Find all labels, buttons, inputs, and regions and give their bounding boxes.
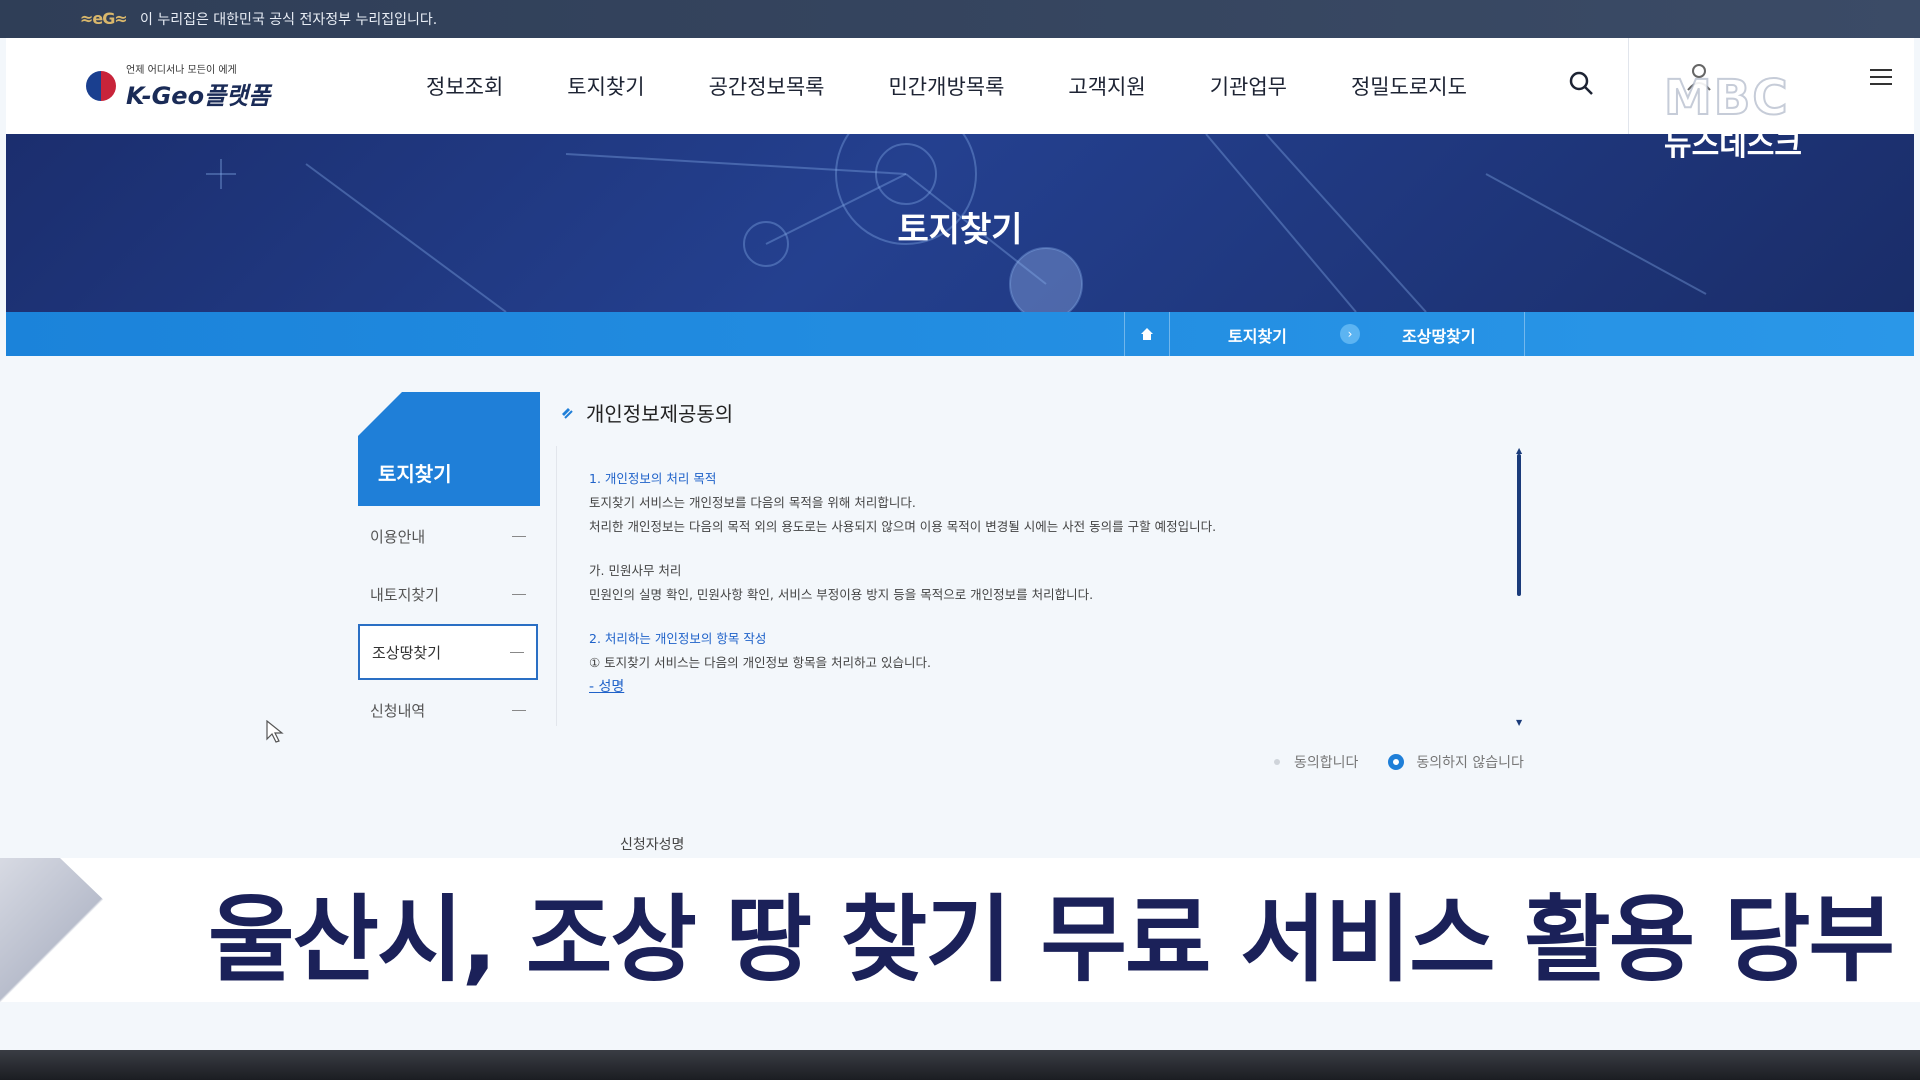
section-title: 개인정보제공동의	[586, 402, 734, 426]
sidebar-title: 토지찾기	[378, 462, 452, 486]
breadcrumb-level1[interactable]: 토지찾기	[1228, 323, 1287, 347]
watermark-brand: MBC	[1663, 69, 1790, 127]
breadcrumb-divider	[1524, 312, 1525, 356]
section-heading: 개인정보제공동의	[560, 398, 733, 427]
terms-scrollbar[interactable]: ▲ ▼	[1516, 446, 1522, 727]
privacy-terms-box[interactable]: 1. 개인정보의 처리 목적 토지찾기 서비스는 개인정보를 다음의 목적을 위…	[556, 446, 1517, 726]
scroll-thumb[interactable]	[1517, 454, 1521, 596]
agree-radio[interactable]	[1274, 759, 1280, 765]
nav-item-private-catalog[interactable]: 민간개방목록	[888, 71, 1004, 101]
site-header: 언제 어디서나 모든이 에게 K-Geo플랫폼 정보조회 토지찾기 공간정보목록…	[6, 38, 1914, 135]
gov-emblem-icon: ≈eG≈	[80, 9, 128, 28]
breadcrumb: 토지찾기 › 조상땅찾기	[6, 312, 1914, 356]
sidebar-header: 토지찾기	[358, 392, 540, 506]
breadcrumb-level2[interactable]: 조상땅찾기	[1402, 323, 1476, 347]
search-icon[interactable]	[1566, 68, 1596, 98]
nav-item-spatial-catalog[interactable]: 공간정보목록	[709, 71, 825, 101]
terms-heading-1: 1. 개인정보의 처리 목적	[589, 471, 717, 486]
site-logo[interactable]: 언제 어디서나 모든이 에게 K-Geo플랫폼	[86, 61, 326, 111]
disagree-radio[interactable]	[1388, 754, 1405, 770]
terms-line: ① 토지찾기 서비스는 다음의 개인정보 항목을 처리하고 있습니다.	[589, 655, 931, 670]
terms-item-name: - 성명	[589, 679, 625, 695]
header-divider	[1628, 38, 1629, 134]
monitor-bezel	[0, 1050, 1920, 1080]
gov-notice-strip: ≈eG≈ 이 누리집은 대한민국 공식 전자정부 누리집입니다.	[0, 0, 1920, 38]
hero-title: 토지찾기	[897, 210, 1023, 250]
news-headline: 울산시, 조상 땅 찾기 무료 서비스 활용 당부	[208, 886, 1895, 995]
nav-item-hd-map[interactable]: 정밀도로지도	[1351, 71, 1467, 101]
nav-item-land-search[interactable]: 토지찾기	[567, 71, 644, 101]
main-nav: 정보조회 토지찾기 공간정보목록 민간개방목록 고객지원 기관업무 정밀도로지도	[426, 71, 1531, 101]
government-emblem-icon	[86, 71, 116, 101]
agree-label[interactable]: 동의합니다	[1294, 752, 1358, 772]
dash-icon	[510, 651, 524, 653]
dash-icon	[512, 709, 526, 711]
sidebar-item-ancestor-land[interactable]: 조상땅찾기	[358, 624, 538, 680]
chevron-right-icon: ›	[1340, 324, 1360, 344]
consent-radio-group: 동의합니다 동의하지 않습니다	[1274, 752, 1524, 772]
sidebar-item-label: 신청내역	[370, 701, 426, 720]
mouse-cursor-icon	[266, 720, 284, 743]
home-icon[interactable]	[1124, 312, 1170, 356]
applicant-name-label: 신청자성명	[620, 837, 685, 853]
scroll-down-icon[interactable]: ▼	[1516, 718, 1522, 727]
heading-mark-icon	[562, 407, 573, 419]
gov-notice-text: 이 누리집은 대한민국 공식 전자정부 누리집입니다.	[140, 12, 438, 28]
terms-line: 토지찾기 서비스는 개인정보를 다음의 목적을 위해 처리합니다.	[589, 495, 916, 510]
nav-item-agency[interactable]: 기관업무	[1210, 71, 1287, 101]
terms-line: 민원인의 실명 확인, 민원사항 확인, 서비스 부정이용 방지 등을 목적으로…	[589, 587, 1094, 602]
terms-subheading: 가. 민원사무 처리	[589, 563, 682, 578]
sidebar-item-applications[interactable]: 신청내역	[358, 682, 538, 738]
broadcaster-watermark: MBC 뉴스데스크	[1663, 69, 1802, 164]
hero-banner: 토지찾기	[6, 134, 1914, 312]
disagree-label[interactable]: 동의하지 않습니다	[1416, 752, 1524, 772]
sidebar-item-label: 이용안내	[370, 527, 426, 546]
sidebar-item-label: 조상땅찾기	[372, 643, 442, 662]
sidebar-item-label: 내토지찾기	[370, 585, 440, 604]
dash-icon	[512, 593, 526, 595]
nav-item-support[interactable]: 고객지원	[1068, 71, 1145, 101]
logo-tagline: 언제 어디서나 모든이 에게	[126, 65, 237, 76]
terms-heading-2: 2. 처리하는 개인정보의 항목 작성	[589, 631, 767, 646]
terms-line: 처리한 개인정보는 다음의 목적 외의 용도로는 사용되지 않으며 이용 목적이…	[589, 519, 1217, 534]
sidebar-item-my-land[interactable]: 내토지찾기	[358, 566, 538, 622]
watermark-program: 뉴스데스크	[1664, 128, 1802, 163]
caption-decoration	[0, 858, 210, 1002]
logo-name: K-Geo플랫폼	[126, 82, 271, 110]
hamburger-menu-icon[interactable]	[1866, 62, 1896, 92]
sidebar-item-guide[interactable]: 이용안내	[358, 508, 538, 564]
news-caption-bar: 울산시, 조상 땅 찾기 무료 서비스 활용 당부	[0, 858, 1920, 1002]
nav-item-info[interactable]: 정보조회	[426, 71, 503, 101]
scroll-up-icon[interactable]: ▲	[1516, 446, 1522, 455]
dash-icon	[512, 535, 526, 537]
